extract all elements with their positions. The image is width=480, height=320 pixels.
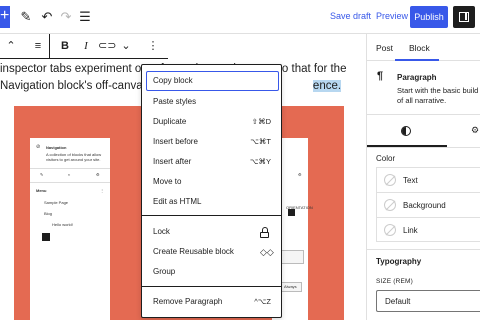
align-icon[interactable]: ≡ xyxy=(30,39,46,53)
save-draft-button[interactable]: Save draft xyxy=(330,11,371,21)
toolbar-divider xyxy=(49,34,50,59)
mockup-style-icon: ◐ xyxy=(68,172,71,177)
publish-button[interactable]: Publish xyxy=(410,6,448,28)
menu-item-remove-paragraph[interactable]: Remove Paragraph ^⌥Z xyxy=(146,292,279,312)
menu-divider xyxy=(142,215,281,216)
font-size-label: SIZE (REM) xyxy=(376,278,414,285)
shortcut-insert-after: ⌥⌘Y xyxy=(249,157,271,166)
typography-section-title: Typography xyxy=(376,257,422,266)
pencil-icon[interactable]: ✎ xyxy=(18,9,34,25)
menu-item-insert-after[interactable]: Insert after ⌥⌘Y xyxy=(146,152,279,172)
block-toolbar: ⌃ ≡ B I ⊂⊃ ⌄ ⋮ xyxy=(0,34,168,59)
link-icon[interactable]: ⊂⊃ xyxy=(98,39,116,53)
redo-icon[interactable]: ↷ xyxy=(58,9,74,25)
tab-post[interactable]: Post xyxy=(376,43,393,53)
bold-button[interactable]: B xyxy=(57,39,73,53)
settings-toggle-button[interactable] xyxy=(453,6,475,28)
menu-item-move-to[interactable]: Move to xyxy=(146,172,279,192)
menu-item-lock[interactable]: Lock xyxy=(146,222,279,242)
mockup-gear-icon: ⚙ xyxy=(96,172,100,177)
styles-tab-icon[interactable] xyxy=(401,126,411,136)
menu-item-edit-as-html[interactable]: Edit as HTML xyxy=(146,192,279,212)
mockup-navigation-panel: ⊘ Navigation A collection of blocks that… xyxy=(30,138,110,320)
menu-divider xyxy=(142,286,281,287)
more-options-icon[interactable]: ⋮ xyxy=(145,39,161,53)
swatch-icon xyxy=(384,174,396,186)
settings-sidebar: Post Block ¶ Paragraph Start with the ba… xyxy=(366,34,480,320)
paragraph-icon: ¶ xyxy=(377,70,384,82)
lock-icon xyxy=(260,227,269,238)
plus-icon[interactable]: + xyxy=(0,6,10,28)
menu-item-group[interactable]: Group xyxy=(146,262,279,282)
color-background-option[interactable]: Background xyxy=(377,193,480,218)
font-size-select[interactable]: Default xyxy=(376,290,480,312)
shortcut-remove: ^⌥Z xyxy=(254,297,271,306)
undo-icon[interactable]: ↶ xyxy=(39,9,55,25)
shortcut-insert-before: ⌥⌘T xyxy=(250,137,271,146)
active-tab-indicator xyxy=(395,59,439,61)
menu-item-create-reusable-block[interactable]: Create Reusable block ◇◇ xyxy=(146,242,279,262)
menu-item-duplicate[interactable]: Duplicate ⇧⌘D xyxy=(146,112,279,132)
move-up-down-icon[interactable]: ⌃ xyxy=(3,39,19,53)
color-options: Text Background Link xyxy=(376,167,480,242)
sidebar-toggle-icon xyxy=(459,12,469,22)
mockup-add-icon xyxy=(42,233,50,241)
list-view-icon[interactable]: ☰ xyxy=(77,9,93,25)
swatch-icon xyxy=(384,199,396,211)
color-section-title: Color xyxy=(376,154,396,163)
menu-item-paste-styles[interactable]: Paste styles xyxy=(146,92,279,112)
mockup-settings-icon: ✎ xyxy=(40,172,44,177)
chevron-down-icon[interactable]: ⌄ xyxy=(118,39,134,53)
menu-item-insert-before[interactable]: Insert before ⌥⌘T xyxy=(146,132,279,152)
block-title: Paragraph xyxy=(397,73,437,82)
color-text-option[interactable]: Text xyxy=(377,168,480,193)
editor-top-bar: + ✎ ↶ ↷ ☰ Save draft Preview Publish xyxy=(0,0,480,34)
italic-button[interactable]: I xyxy=(78,39,94,53)
color-link-option[interactable]: Link xyxy=(377,218,480,243)
tab-block[interactable]: Block xyxy=(409,43,430,53)
mockup-nav-icon: ⊘ xyxy=(36,144,41,150)
shortcut-duplicate: ⇧⌘D xyxy=(251,117,271,126)
menu-item-copy-block[interactable]: Copy block xyxy=(146,71,279,91)
settings-tab-icon[interactable]: ⚙ xyxy=(471,125,479,136)
block-description: Start with the basic build of all narrat… xyxy=(397,86,479,105)
reusable-block-icon: ◇◇ xyxy=(260,247,274,257)
block-options-menu: Copy block Paste styles Duplicate ⇧⌘D In… xyxy=(141,64,282,318)
sidebar-tabs: Post Block xyxy=(367,34,480,61)
swatch-icon xyxy=(384,224,396,236)
preview-button[interactable]: Preview xyxy=(376,11,408,21)
